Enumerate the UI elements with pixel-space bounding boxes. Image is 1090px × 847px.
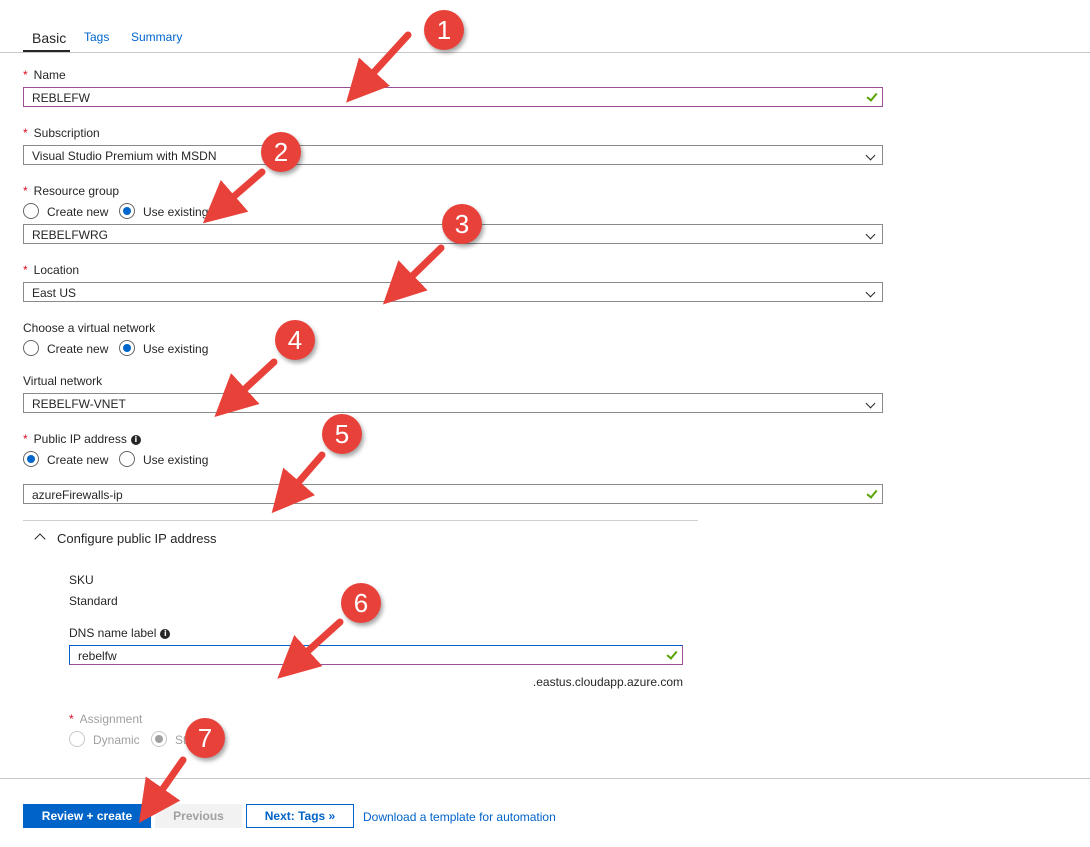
- arrow-2: [202, 168, 266, 224]
- arrow-1: [346, 31, 412, 103]
- annotation-marker-4: 4: [275, 320, 315, 360]
- annotation-arrows: [138, 31, 445, 823]
- arrow-7: [138, 756, 187, 823]
- arrow-3: [382, 244, 445, 305]
- annotation-marker-7: 7: [185, 718, 225, 758]
- annotation-marker-1: 1: [424, 10, 464, 50]
- annotation-marker-6: 6: [341, 583, 381, 623]
- arrow-4: [214, 358, 278, 417]
- annotation-marker-2: 2: [261, 132, 301, 172]
- arrow-5: [271, 451, 326, 514]
- arrow-6: [277, 618, 344, 679]
- annotation-marker-3: 3: [442, 204, 482, 244]
- annotation-marker-5: 5: [322, 414, 362, 454]
